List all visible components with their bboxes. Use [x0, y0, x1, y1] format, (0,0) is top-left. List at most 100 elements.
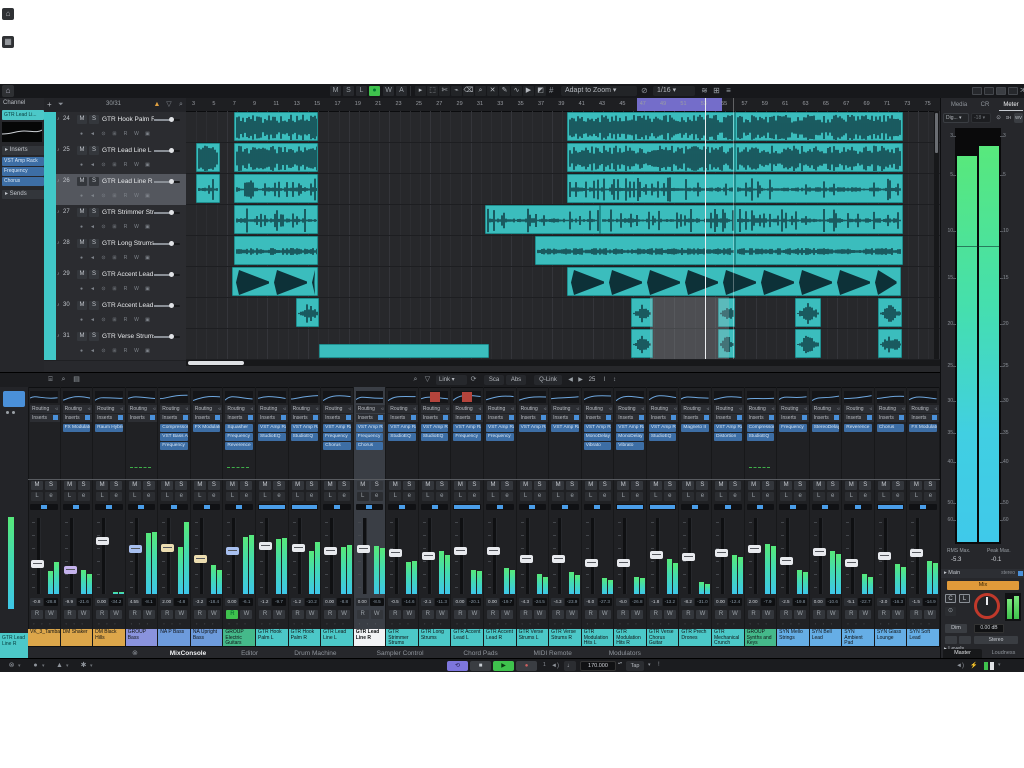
insert-slot[interactable]: StereoDelay: [812, 424, 840, 432]
track-mini-icon-2[interactable]: ⊙: [99, 223, 108, 231]
channel-mute-button[interactable]: M: [64, 481, 76, 490]
channel-solo-button[interactable]: S: [240, 481, 252, 490]
peak-value[interactable]: -12.4: [728, 598, 742, 606]
pan-slider[interactable]: [193, 504, 221, 510]
channel-name-label[interactable]: SYN Bell Lead: [810, 629, 842, 646]
channel-name-label[interactable]: GTR Long Strums: [419, 629, 451, 646]
track-volume-handle[interactable]: [169, 117, 174, 122]
channel-strip[interactable]: Routing◃InsertsRaum HybridMSLe0.00-34.2R…: [93, 387, 126, 646]
channel-curve-thumb[interactable]: [323, 391, 351, 403]
fader-value[interactable]: -3.2: [193, 598, 206, 606]
channel-strip[interactable]: Routing◃InsertsVST Amp RackFrequencyMSLe…: [451, 387, 484, 646]
inserts-rack-header[interactable]: Inserts: [844, 414, 874, 422]
strip-mini-icon[interactable]: ▫: [302, 622, 306, 626]
insert-slot[interactable]: Distortion: [714, 433, 742, 441]
glue-tool[interactable]: ⌁: [451, 86, 462, 96]
mixer-misc-icon-0[interactable]: I: [600, 375, 609, 385]
write-automation-button[interactable]: W: [110, 610, 122, 619]
strip-mini-icon[interactable]: ▫: [269, 622, 273, 626]
track-mini-icon-0[interactable]: ●: [77, 223, 86, 231]
strip-mini-icon[interactable]: ▫: [635, 622, 639, 626]
channel-solo-button[interactable]: S: [306, 481, 318, 490]
fader-cap[interactable]: [292, 544, 305, 552]
channel-listen-button[interactable]: L: [259, 492, 271, 501]
inserts-rack-header[interactable]: Inserts: [649, 414, 679, 422]
channel-strip[interactable]: Routing◃InsertsVST Amp RackMSLe-4.3-23.9…: [549, 387, 582, 646]
channel-curve-thumb[interactable]: [486, 391, 514, 403]
channel-mute-button[interactable]: M: [31, 481, 43, 490]
write-automation-button[interactable]: W: [273, 610, 285, 619]
routing-rack-header[interactable]: Routing◃: [584, 405, 614, 413]
inserts-rack-header[interactable]: Inserts: [486, 414, 516, 422]
write-automation-button[interactable]: W: [403, 610, 415, 619]
transport-cycle-button[interactable]: ⟲: [447, 661, 468, 671]
strip-mini-icon[interactable]: ▫: [888, 622, 892, 626]
insert-slot[interactable]: FX Modulator: [193, 424, 221, 432]
channel-solo-button[interactable]: S: [892, 481, 904, 490]
strip-mini-icon[interactable]: ▫: [171, 622, 175, 626]
qlink-button[interactable]: Q-Link: [534, 375, 562, 385]
grid-value-select[interactable]: 1/16 ▾: [653, 86, 695, 96]
automation-w-button[interactable]: W: [383, 86, 394, 96]
insert-slot[interactable]: Magneto II: [681, 424, 709, 432]
channel-strip[interactable]: Routing◃InsertsFX ModulatorMSLe-1.5-14.9…: [907, 387, 940, 646]
track-solo-button[interactable]: S: [89, 301, 99, 310]
strip-mini-icon[interactable]: ▫: [407, 622, 411, 626]
transport-left-icon-3[interactable]: ✱: [78, 661, 89, 671]
peak-value[interactable]: -23.9: [565, 598, 579, 606]
strip-mini-icon[interactable]: ▫: [106, 622, 110, 626]
fader-cap[interactable]: [194, 555, 207, 563]
channel-listen-button[interactable]: L: [617, 492, 629, 501]
audio-clip[interactable]: [735, 112, 903, 141]
pan-slider[interactable]: [160, 504, 188, 510]
select-tool[interactable]: ▸: [415, 86, 426, 96]
strip-mini-icon[interactable]: ▫: [766, 622, 770, 626]
track-mini-icon-6[interactable]: ▣: [143, 130, 152, 138]
channel-mute-button[interactable]: M: [259, 481, 271, 490]
insert-slot[interactable]: Frequency: [160, 442, 188, 450]
strip-mini-icon[interactable]: ▫: [790, 622, 794, 626]
write-automation-button[interactable]: W: [664, 610, 676, 619]
home-icon[interactable]: ⌂: [2, 8, 14, 20]
pan-slider[interactable]: [30, 504, 58, 510]
audio-clip[interactable]: [196, 143, 219, 172]
routing-rack-header[interactable]: Routing◃: [453, 405, 483, 413]
channel-solo-button[interactable]: S: [45, 481, 57, 490]
strip-mini-icon[interactable]: ▫: [750, 622, 754, 626]
audio-clip[interactable]: [234, 143, 318, 172]
fader-cap[interactable]: [129, 545, 142, 553]
audio-clip[interactable]: [735, 174, 903, 203]
channel-mute-button[interactable]: M: [715, 481, 727, 490]
read-automation-button[interactable]: R: [910, 610, 922, 619]
pan-slider[interactable]: [356, 504, 384, 510]
channel-strip[interactable]: Routing◃InsertsVST Amp RackFrequencyChor…: [354, 387, 387, 646]
tap-tempo-button[interactable]: Tap: [626, 661, 644, 671]
fader-cap[interactable]: [780, 557, 793, 565]
track-type-caret-icon[interactable]: ⏷: [58, 100, 68, 110]
track-mini-icon-3[interactable]: ⊞: [110, 161, 119, 169]
fader-value[interactable]: -6.0: [616, 598, 629, 606]
channel-solo-button[interactable]: S: [534, 481, 546, 490]
track-mute-button[interactable]: M: [77, 239, 87, 248]
peak-value[interactable]: -13.2: [663, 598, 677, 606]
channel-edit-button[interactable]: e: [924, 492, 936, 501]
write-automation-button[interactable]: W: [924, 610, 936, 619]
track-volume-handle[interactable]: [169, 334, 174, 339]
channel-listen-button[interactable]: L: [226, 492, 238, 501]
fader-value[interactable]: 0.00: [714, 598, 727, 606]
meter-ctrl-icon-2[interactable]: ᴡᴠ: [1014, 113, 1023, 123]
channel-edit-button[interactable]: e: [78, 492, 90, 501]
channel-mute-button[interactable]: M: [682, 481, 694, 490]
channel-mute-button[interactable]: M: [617, 481, 629, 490]
adapt-to-zoom-select[interactable]: Adapt to Zoom ▾: [561, 86, 637, 96]
audio-clip[interactable]: [567, 143, 735, 172]
track-mini-icon-6[interactable]: ▣: [143, 347, 152, 355]
inserts-rack-header[interactable]: Inserts: [225, 414, 255, 422]
horizontal-scrollbar[interactable]: [186, 360, 940, 366]
track-solo-button[interactable]: S: [89, 332, 99, 341]
fader-cap[interactable]: [64, 566, 77, 574]
channel-solo-button[interactable]: S: [338, 481, 350, 490]
read-automation-button[interactable]: R: [715, 610, 727, 619]
track-mute-button[interactable]: M: [77, 146, 87, 155]
write-automation-button[interactable]: W: [78, 610, 90, 619]
